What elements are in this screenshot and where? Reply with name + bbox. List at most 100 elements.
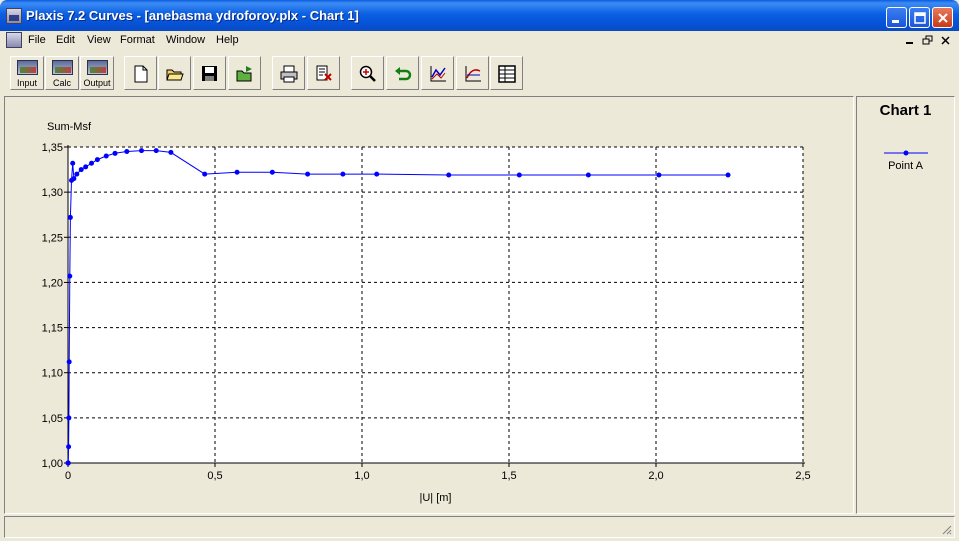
data-point xyxy=(234,169,240,175)
x-tick-label: 2,5 xyxy=(795,470,810,482)
y-tick-label: 1,35 xyxy=(42,142,63,154)
status-bar xyxy=(4,516,955,538)
menu-format[interactable]: Format xyxy=(120,34,155,46)
maximize-icon xyxy=(914,12,926,24)
data-point xyxy=(585,172,591,178)
data-point xyxy=(70,160,76,166)
data-point xyxy=(65,460,71,466)
x-tick-label: 0,5 xyxy=(207,470,222,482)
y-tick-label: 1,05 xyxy=(42,413,63,425)
data-point xyxy=(71,176,77,182)
minimize-button[interactable] xyxy=(886,7,907,28)
menu-window[interactable]: Window xyxy=(166,34,205,46)
legend-series-marker xyxy=(884,150,928,156)
data-point xyxy=(725,172,731,178)
table-icon xyxy=(498,65,516,83)
print-button[interactable] xyxy=(272,56,305,90)
new-document-icon xyxy=(134,65,148,83)
data-point xyxy=(94,157,100,163)
undo-zoom-button[interactable] xyxy=(386,56,419,90)
data-point xyxy=(516,172,522,178)
y-tick-label: 1,10 xyxy=(42,368,63,380)
output-button[interactable]: Output xyxy=(80,56,114,90)
data-point xyxy=(305,171,311,177)
document-icon[interactable] xyxy=(6,32,22,48)
chart-settings-button[interactable] xyxy=(421,56,454,90)
data-point xyxy=(66,444,72,450)
data-point xyxy=(103,153,109,159)
data-point xyxy=(446,172,452,178)
maximize-button[interactable] xyxy=(909,7,930,28)
x-tick-label: 1,5 xyxy=(501,470,516,482)
window-title: Plaxis 7.2 Curves - [anebasma ydroforoy.… xyxy=(26,8,359,23)
x-tick-label: 0 xyxy=(65,470,71,482)
resize-grip-icon[interactable] xyxy=(940,523,952,535)
data-point xyxy=(112,150,118,156)
data-point xyxy=(153,148,159,154)
y-tick-label: 1,00 xyxy=(42,458,63,470)
mdi-close-icon[interactable] xyxy=(939,34,953,47)
toolbar: Input Calc Output xyxy=(0,52,959,94)
mdi-restore-icon[interactable] xyxy=(921,34,935,47)
line-chart[interactable]: 0 0,5 1,0 1,5 2,0 2,5 1,00 1,05 1,10 1,15 1,20 1,25… xyxy=(5,97,853,513)
output-label: Output xyxy=(83,78,111,88)
app-icon[interactable] xyxy=(6,8,22,24)
menu-help[interactable]: Help xyxy=(216,34,239,46)
calc-label: Calc xyxy=(52,78,71,88)
x-tick-label: 1,0 xyxy=(354,470,369,482)
data-point xyxy=(269,169,275,175)
calc-program-icon xyxy=(52,60,73,75)
zoom-in-button[interactable] xyxy=(351,56,384,90)
open-button[interactable] xyxy=(158,56,191,90)
chart-settings-icon xyxy=(430,66,446,82)
curve-settings-button[interactable] xyxy=(456,56,489,90)
menu-view[interactable]: View xyxy=(87,34,111,46)
input-button[interactable]: Input xyxy=(10,56,44,90)
menu-edit[interactable]: Edit xyxy=(56,34,75,46)
chart-area[interactable]: 0 0,5 1,0 1,5 2,0 2,5 1,00 1,05 1,10 1,15 1,20 1,25… xyxy=(4,96,854,514)
x-tick-label: 2,0 xyxy=(648,470,663,482)
data-point xyxy=(168,149,174,155)
legend-series-label: Point A xyxy=(888,160,923,172)
input-label: Input xyxy=(16,78,38,88)
legend-panel[interactable]: Chart 1 Point A xyxy=(856,96,955,514)
curve-settings-icon xyxy=(465,66,481,82)
data-point xyxy=(89,160,95,166)
y-tick-label: 1,25 xyxy=(42,232,63,244)
menu-file[interactable]: File xyxy=(28,34,46,46)
open-project-button[interactable] xyxy=(228,56,261,90)
data-point xyxy=(66,359,72,365)
data-point xyxy=(124,149,130,155)
output-program-icon xyxy=(87,60,108,75)
input-program-icon xyxy=(17,60,38,75)
data-point xyxy=(74,171,80,177)
title-bar[interactable]: Plaxis 7.2 Curves - [anebasma ydroforoy.… xyxy=(0,0,959,31)
close-button[interactable] xyxy=(932,7,953,28)
print-setup-icon xyxy=(316,65,332,81)
open-project-icon xyxy=(236,66,252,82)
new-button[interactable] xyxy=(124,56,157,90)
print-icon xyxy=(280,65,298,83)
table-button[interactable] xyxy=(490,56,523,90)
minimize-icon xyxy=(892,20,899,23)
open-folder-icon xyxy=(166,69,184,81)
data-point xyxy=(374,171,380,177)
save-disk-icon xyxy=(202,66,217,81)
y-tick-label: 1,15 xyxy=(42,323,63,335)
data-point xyxy=(66,415,72,421)
y-axis-label: Sum-Msf xyxy=(47,121,92,133)
data-point xyxy=(67,214,73,220)
data-point xyxy=(78,167,84,173)
calc-button[interactable]: Calc xyxy=(45,56,79,90)
mdi-minimize-icon[interactable] xyxy=(903,34,917,47)
y-tick-label: 1,30 xyxy=(42,187,63,199)
data-point xyxy=(67,273,73,279)
save-button[interactable] xyxy=(193,56,226,90)
y-tick-label: 1,20 xyxy=(42,277,63,289)
data-point xyxy=(202,171,208,177)
close-icon xyxy=(938,13,948,23)
data-point xyxy=(656,172,662,178)
plot-background xyxy=(68,147,803,463)
x-axis-label: |U| [m] xyxy=(420,492,452,504)
print-setup-button[interactable] xyxy=(307,56,340,90)
